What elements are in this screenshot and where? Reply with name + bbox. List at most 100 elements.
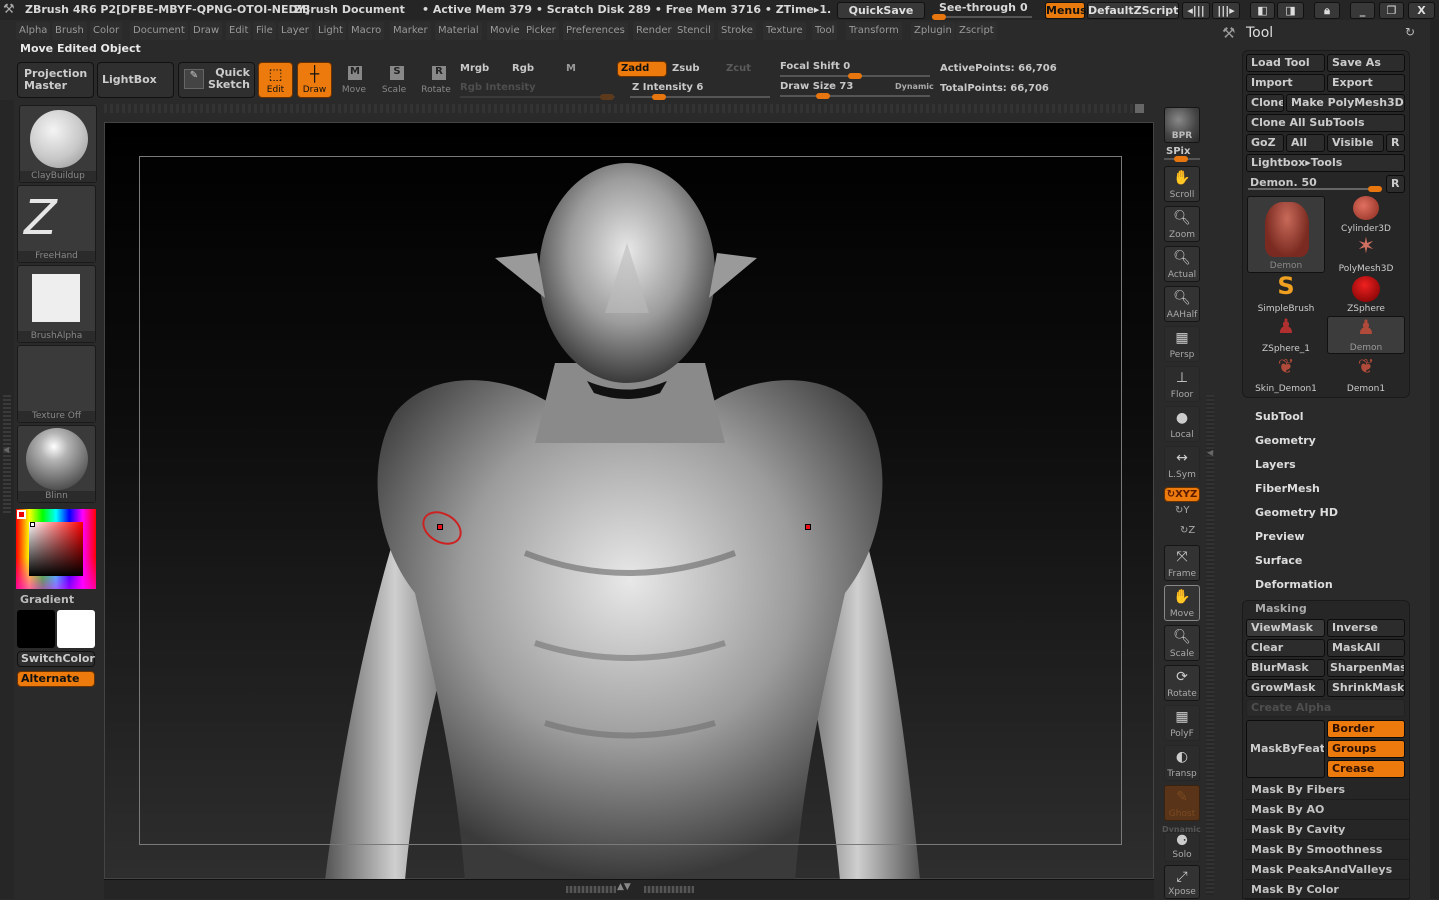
menus-button[interactable]: Menus [1045, 2, 1087, 19]
make-polymesh3d-button[interactable]: Make PolyMesh3D [1286, 94, 1405, 112]
color-picker[interactable] [16, 509, 96, 589]
tool-demon1[interactable]: ❦ Demon1 [1327, 354, 1405, 394]
left-tray-handle[interactable]: ◀ [0, 100, 14, 899]
section-geometry-hd[interactable]: Geometry HD [1255, 506, 1338, 519]
actual-button[interactable]: 🔍︎ Actual [1164, 246, 1200, 282]
z-rotate-icon[interactable]: ↻Z [1180, 525, 1195, 536]
polyf-button[interactable]: ▦ PolyF [1164, 705, 1200, 741]
menu-layer[interactable]: Layer [278, 22, 312, 40]
import-button[interactable]: Import [1246, 74, 1325, 92]
clone-button[interactable]: Clone [1246, 94, 1284, 112]
menu-marker[interactable]: Marker [390, 22, 431, 40]
tray-toggle[interactable] [1135, 104, 1144, 113]
restore-icon[interactable]: ❐ [1379, 2, 1404, 19]
transp-button[interactable]: ◐ Transp [1164, 745, 1200, 781]
tool-polymesh3d[interactable]: ✶ PolyMesh3D [1327, 234, 1405, 274]
hue-marker[interactable] [17, 510, 26, 519]
persp-button[interactable]: ▦ Persp [1164, 326, 1200, 362]
masking-title[interactable]: Masking [1255, 602, 1307, 615]
menu-preferences[interactable]: Preferences [563, 22, 628, 40]
scale-button[interactable]: S Scale [378, 62, 410, 98]
tool-cylinder3d[interactable]: Cylinder3D [1327, 196, 1405, 234]
menu-stencil[interactable]: Stencil [674, 22, 714, 40]
growmask-button[interactable]: GrowMask [1246, 679, 1325, 697]
menu-movie[interactable]: Movie [487, 22, 523, 40]
draw-button[interactable]: ┼ Draw [297, 62, 332, 98]
menu-tool[interactable]: Tool [812, 22, 838, 40]
brush-thumbnail[interactable]: ClayBuildup [19, 105, 97, 183]
section-layers[interactable]: Layers [1255, 458, 1296, 471]
lightbox-button[interactable]: LightBox [97, 62, 174, 98]
section-subtool[interactable]: SubTool [1255, 410, 1304, 423]
save-as-button[interactable]: Save As [1327, 54, 1405, 72]
expand-tray-icon[interactable]: |||▸ [1212, 2, 1240, 19]
move-view-button[interactable]: ✋ Move [1164, 585, 1200, 621]
switch-color-button[interactable]: SwitchColor [17, 651, 95, 667]
close-icon[interactable]: X [1408, 2, 1435, 19]
mask-peaks-valleys-button[interactable]: Mask PeaksAndValleys [1245, 860, 1409, 880]
section-fibermesh[interactable]: FiberMesh [1255, 482, 1320, 495]
create-alpha-button[interactable]: Create Alpha [1246, 699, 1405, 717]
load-tool-button[interactable]: Load Tool [1246, 54, 1325, 72]
tool-zsphere[interactable]: ZSphere [1327, 276, 1405, 314]
gradient-label[interactable]: Gradient [20, 593, 74, 606]
focal-shift-slider[interactable] [780, 73, 930, 79]
section-deformation[interactable]: Deformation [1255, 578, 1333, 591]
groups-toggle[interactable]: Groups [1327, 740, 1405, 758]
scroll-button[interactable]: ✋ Scroll [1164, 166, 1200, 202]
menu-zplugin[interactable]: Zplugin [911, 22, 955, 40]
menu-texture[interactable]: Texture [763, 22, 806, 40]
rgb-intensity-slider[interactable] [460, 94, 615, 100]
rgb-button[interactable]: Rgb [512, 63, 534, 74]
rotate-button[interactable]: R Rotate [419, 62, 453, 98]
section-preview[interactable]: Preview [1255, 530, 1305, 543]
mask-by-color-button[interactable]: Mask By Color [1245, 880, 1409, 900]
material-thumbnail[interactable]: Blinn [17, 425, 96, 503]
ghost-button[interactable]: ✎ Ghost [1164, 785, 1200, 821]
floor-button[interactable]: ⊥ Floor [1164, 366, 1200, 402]
expand-left-icon[interactable]: ◀ [3, 445, 9, 454]
blurmask-button[interactable]: BlurMask [1246, 659, 1325, 677]
secondary-color-swatch[interactable] [17, 610, 55, 648]
menu-material[interactable]: Material [435, 22, 482, 40]
shrinkmask-button[interactable]: ShrinkMask [1327, 679, 1405, 697]
menu-document[interactable]: Document [130, 22, 188, 40]
inverse-button[interactable]: Inverse [1327, 619, 1405, 637]
spix-slider[interactable] [1164, 156, 1200, 162]
tool-r-button[interactable]: R [1386, 175, 1405, 193]
texture-thumbnail[interactable]: Texture Off [17, 345, 96, 423]
clear-mask-button[interactable]: Clear [1246, 639, 1325, 657]
menu-file[interactable]: File [253, 22, 276, 40]
menu-picker[interactable]: Picker [523, 22, 559, 40]
tool-demon-2[interactable]: ♟ Demon [1327, 315, 1405, 354]
goz-r-button[interactable]: R [1386, 134, 1405, 152]
menu-render[interactable]: Render [633, 22, 675, 40]
menu-draw[interactable]: Draw [190, 22, 223, 40]
tool-demon-thumbnail[interactable]: Demon [1247, 196, 1325, 273]
viewmask-button[interactable]: ViewMask [1246, 619, 1325, 637]
section-surface[interactable]: Surface [1255, 554, 1302, 567]
bottom-tray-handle-right[interactable] [644, 886, 694, 893]
export-button[interactable]: Export [1327, 74, 1405, 92]
menu-color[interactable]: Color [90, 22, 123, 40]
collapse-right-icon[interactable]: ◀ [1207, 448, 1213, 457]
y-rotate-icon[interactable]: ↻Y [1175, 505, 1190, 516]
see-through-slider[interactable] [932, 14, 1032, 20]
clone-all-subtools-button[interactable]: Clone All SubTools [1246, 114, 1405, 132]
saturation-square[interactable] [29, 522, 83, 576]
menu-stroke[interactable]: Stroke [718, 22, 756, 40]
z-intensity-slider[interactable] [630, 94, 770, 100]
refresh-icon[interactable]: ↻ [1405, 25, 1415, 39]
alternate-button[interactable]: Alternate [17, 671, 95, 687]
sharpenmask-button[interactable]: SharpenMask [1327, 659, 1405, 677]
layout-prev-icon[interactable]: ◧ [1250, 2, 1275, 19]
dynamic-toggle[interactable]: Dynamic [895, 82, 934, 91]
default-zscript-button[interactable]: DefaultZScript [1087, 2, 1179, 19]
frame-button[interactable]: ⤧ Frame [1164, 545, 1200, 581]
goz-all-button[interactable]: All [1286, 134, 1325, 152]
tool-panel-title[interactable]: Tool [1246, 25, 1273, 41]
lock-icon[interactable]: 🔒︎ [1314, 2, 1340, 19]
crease-toggle[interactable]: Crease [1327, 760, 1405, 778]
minimize-icon[interactable]: _ [1350, 2, 1375, 19]
mask-by-cavity-button[interactable]: Mask By Cavity [1245, 820, 1409, 840]
